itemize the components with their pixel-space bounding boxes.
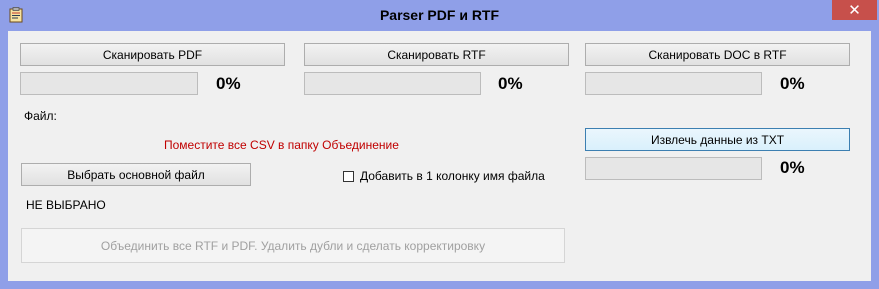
file-label: Файл: [24, 109, 57, 123]
scan-rtf-percent: 0% [498, 74, 523, 93]
scan-doc-progress [585, 72, 762, 95]
merge-button[interactable]: Объединить все RTF и PDF. Удалить дубли … [21, 228, 565, 263]
scan-doc-percent: 0% [780, 74, 805, 93]
notice-text: Поместите все CSV в папку Объединение [164, 138, 399, 152]
client-area: Сканировать PDF Сканировать RTF Сканиров… [8, 31, 871, 281]
add-filename-checkbox-label[interactable]: Добавить в 1 колонку имя файла [360, 169, 545, 183]
scan-rtf-button[interactable]: Сканировать RTF [304, 43, 569, 66]
add-filename-checkbox[interactable] [343, 170, 354, 182]
choose-main-file-button[interactable]: Выбрать основной файл [21, 163, 251, 186]
scan-pdf-progress [20, 72, 198, 95]
app-window: Parser PDF и RTF ✕ Сканировать PDF Скани… [0, 0, 879, 289]
scan-pdf-percent: 0% [216, 74, 241, 93]
extract-progress [585, 157, 762, 180]
extract-percent: 0% [780, 158, 805, 177]
scan-rtf-progress [304, 72, 481, 95]
selection-status: НЕ ВЫБРАНО [26, 198, 106, 212]
window-title: Parser PDF и RTF [379, 7, 500, 23]
close-button[interactable]: ✕ [832, 0, 877, 20]
title-bar[interactable]: Parser PDF и RTF ✕ [0, 0, 879, 31]
add-filename-checkbox-row[interactable]: Добавить в 1 колонку имя файла [343, 169, 545, 183]
scan-pdf-button[interactable]: Сканировать PDF [20, 43, 285, 66]
extract-txt-button[interactable]: Извлечь данные из TXT [585, 128, 850, 151]
close-icon: ✕ [848, 1, 861, 19]
scan-doc-button[interactable]: Сканировать DOC в RTF [585, 43, 850, 66]
